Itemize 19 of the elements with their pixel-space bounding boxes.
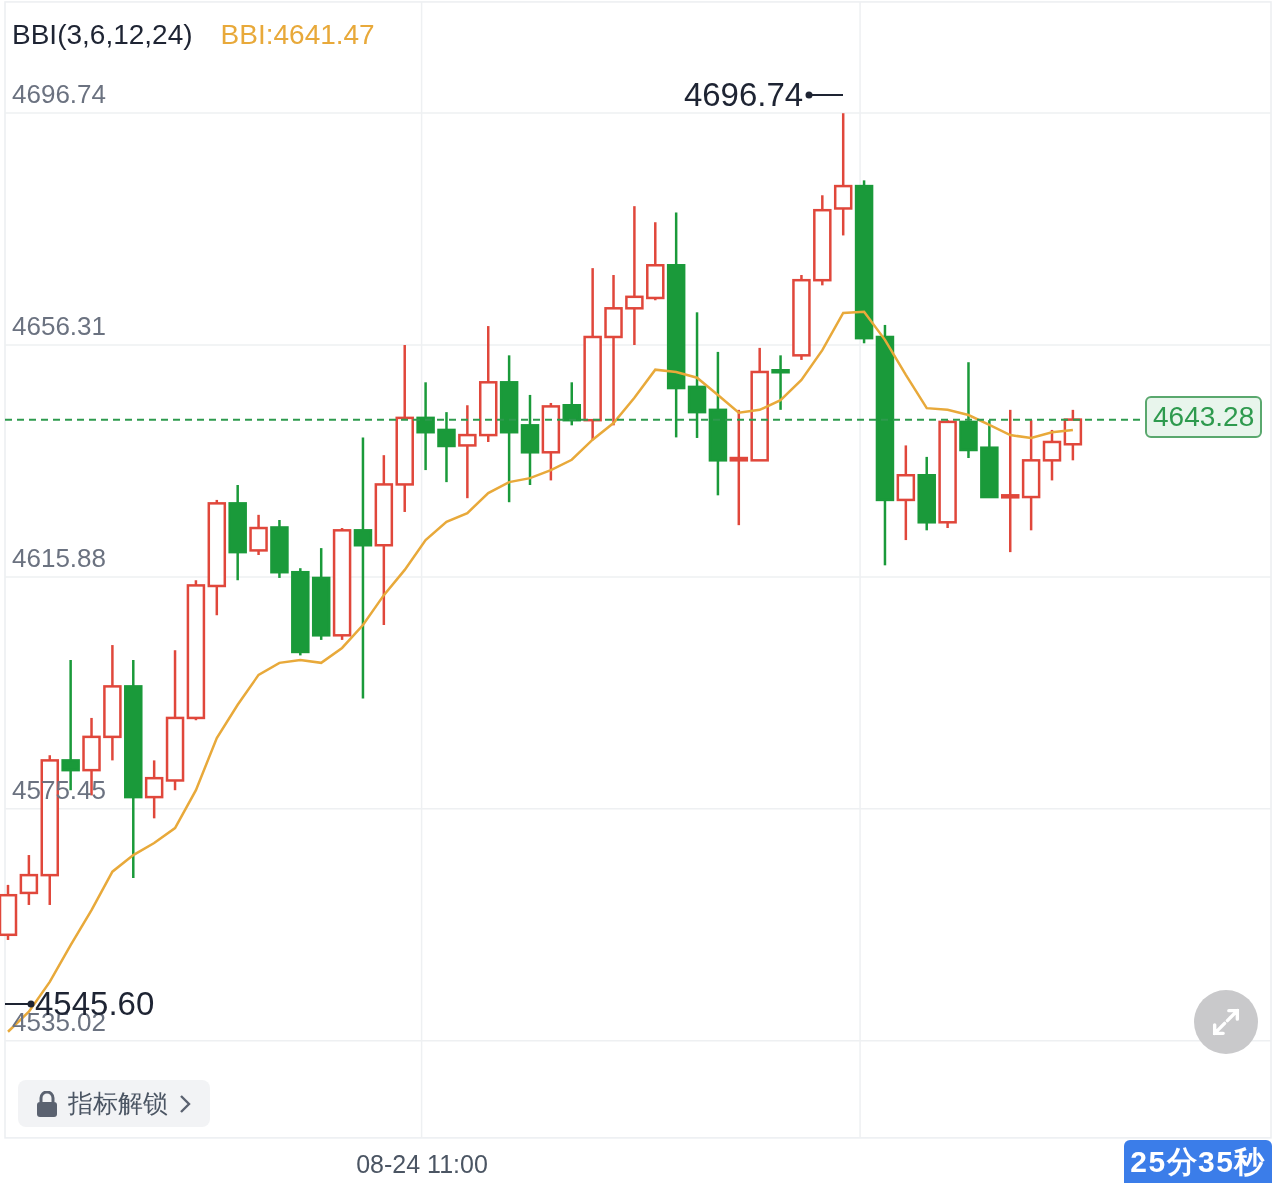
candle: [437, 412, 456, 483]
candle: [771, 355, 790, 410]
last-price-tag: 4643.28: [1145, 395, 1263, 438]
countdown-badge: 25分35秒: [1124, 1140, 1272, 1183]
unlock-indicator-button[interactable]: 指标解锁: [18, 1080, 210, 1127]
x-axis-label: 08-24 11:00: [356, 1149, 488, 1180]
max-price-label: 4696.74: [683, 78, 804, 112]
indicator-value: BBI:4641.47: [220, 18, 375, 52]
candle: [270, 520, 289, 578]
indicator-name: BBI(3,6,12,24): [12, 18, 193, 52]
y-axis-label: 4615.88: [12, 544, 106, 571]
leader-line: [5, 998, 35, 1009]
lock-icon: [36, 1090, 58, 1117]
chevron-icon: [178, 1092, 192, 1115]
candle: [1063, 409, 1083, 461]
y-axis-label: 4656.31: [12, 312, 106, 339]
candle: [249, 514, 268, 555]
y-axis-label: 4696.74: [12, 81, 106, 107]
leader-line: [805, 89, 844, 100]
